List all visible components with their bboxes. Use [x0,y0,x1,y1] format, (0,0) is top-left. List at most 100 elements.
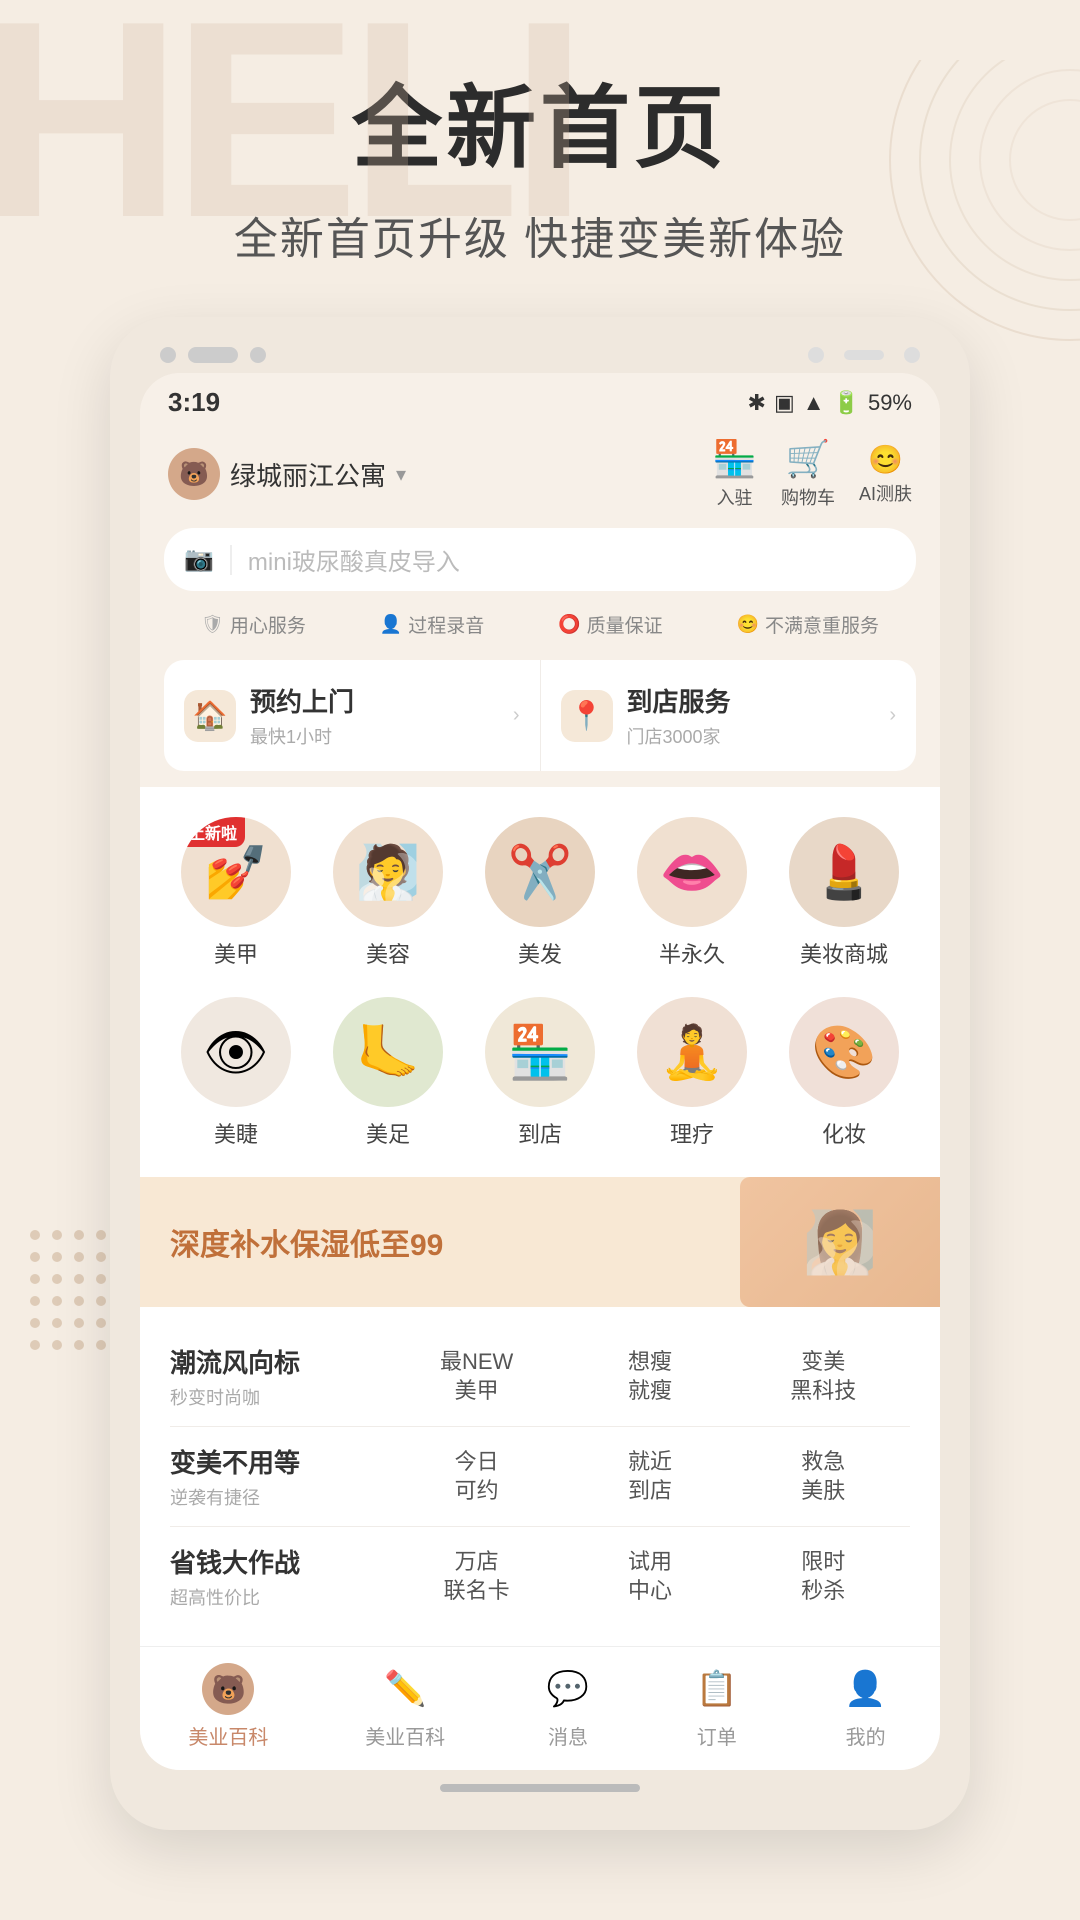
phone-dot-3 [250,347,266,363]
store-visit-title: 到店服务 [627,682,876,719]
nowait-category-title: 变美不用等 [170,1443,390,1480]
nav-item-message[interactable]: 💬 消息 [542,1663,594,1750]
category-beauty[interactable]: 🧖 美容 [328,817,448,969]
category-semi-perm[interactable]: 👄 半永久 [632,817,752,969]
category-foot[interactable]: 🦶 美足 [328,997,448,1149]
category-store[interactable]: 🏪 到店 [480,997,600,1149]
nav-item-encyclopedia[interactable]: ✏️ 美业百科 [365,1663,445,1750]
new-nail-text: 最NEW美甲 [440,1348,513,1405]
redo-label: 不满意重服务 [765,611,879,638]
bg-hello-text: HELI [0,0,578,260]
bottom-nav: 🐻 美业百科 ✏️ 美业百科 💬 消息 📋 订单 👤 [140,1646,940,1770]
nowait-category-info: 变美不用等 逆袭有捷径 [170,1443,390,1510]
location-avatar: 🐻 [168,448,220,500]
nav-item-orders[interactable]: 📋 订单 [691,1663,743,1750]
status-time: 3:19 [168,387,220,418]
search-placeholder-text: mini玻尿酸真皮导入 [248,542,896,577]
semi-perm-label: 半永久 [659,937,725,969]
store-visit-info: 到店服务 门店3000家 [627,682,876,749]
checkin-action[interactable]: 🏪 入驻 [712,438,757,510]
category-makeup-mall[interactable]: 💄 美妆商城 [784,817,904,969]
flash-sale-text: 限时秒杀 [801,1548,845,1605]
menu-item-new-nail[interactable]: 最NEW美甲 [437,1348,517,1405]
category-makeup[interactable]: 🎨 化妆 [784,997,904,1149]
status-bar: 3:19 ✱ ▣ ▲ 🔋 59% [140,373,940,426]
ai-skin-label: AI测肤 [859,480,912,506]
home-visit-card[interactable]: 🏠 预约上门 最快1小时 › [164,660,541,771]
menu-row-trend: 潮流风向标 秒变时尚咖 最NEW美甲 想瘦就瘦 变美黑科技 [170,1327,910,1427]
category-therapy[interactable]: 🧘 理疗 [632,997,752,1149]
save-category-title: 省钱大作战 [170,1543,390,1580]
search-bar[interactable]: 📷 mini玻尿酸真皮导入 [164,528,916,591]
makeup-mall-circle: 💄 [789,817,899,927]
recording-label: 过程录音 [408,611,484,638]
category-row-2: 👁 美睫 🦶 美足 🏪 到店 [140,987,940,1167]
banner-person-icon: 🧖‍♀️ [803,1207,878,1278]
cart-label: 购物车 [781,484,835,510]
category-hair[interactable]: ✂️ 美发 [480,817,600,969]
phone-dot-2 [188,347,238,363]
phone-dots [160,347,266,363]
signal-icon: ▲ [803,390,825,416]
store-visit-sub: 门店3000家 [627,723,876,749]
card-text: 万店联名卡 [444,1548,510,1605]
header-actions: 🏪 入驻 🛒 购物车 😊 AI测肤 [712,438,912,510]
menu-row-nowait: 变美不用等 逆袭有捷径 今日可约 就近到店 救急美肤 [170,1427,910,1527]
menu-item-card[interactable]: 万店联名卡 [437,1548,517,1605]
makeup-mall-label: 美妆商城 [800,937,888,969]
menu-item-nearby-store[interactable]: 就近到店 [610,1448,690,1505]
nowait-category-sub: 逆袭有捷径 [170,1484,390,1510]
save-category-info: 省钱大作战 超高性价比 [170,1543,390,1610]
nav-item-mine[interactable]: 👤 我的 [840,1663,892,1750]
banner-text: 深度补水保湿低至99 [170,1220,443,1264]
ai-skin-action[interactable]: 😊 AI测肤 [859,443,912,506]
phone-sensor-2 [844,350,884,360]
cart-action[interactable]: 🛒 购物车 [781,438,835,510]
menu-item-today-appt[interactable]: 今日可约 [437,1448,517,1505]
trend-category-sub: 秒变时尚咖 [170,1384,390,1410]
store-circle: 🏪 [485,997,595,1107]
quick-service-cards: 🏠 预约上门 最快1小时 › 📍 到店服务 门店3000家 › [164,660,916,771]
battery-icon: 🔋 [833,390,860,416]
status-icons: ✱ ▣ ▲ 🔋 59% [748,390,912,416]
nav-message-icon: 💬 [542,1663,594,1715]
therapy-label: 理疗 [670,1117,714,1149]
phone-screen: 3:19 ✱ ▣ ▲ 🔋 59% 🐻 绿城丽江公寓 ▾ [140,373,940,1770]
store-visit-icon: 📍 [561,690,613,742]
phone-sensor-1 [808,347,824,363]
beauty-label: 美容 [366,937,410,969]
category-nail[interactable]: 上新啦 💅 美甲 [176,817,296,969]
cart-icon: 🛒 [786,438,831,480]
location-area[interactable]: 🐻 绿城丽江公寓 ▾ [168,448,406,500]
store-visit-card[interactable]: 📍 到店服务 门店3000家 › [541,660,917,771]
app-header: 🐻 绿城丽江公寓 ▾ 🏪 入驻 🛒 购物车 😊 AI测肤 [140,426,940,518]
foot-circle: 🦶 [333,997,443,1107]
menu-item-flash-sale[interactable]: 限时秒杀 [783,1548,863,1605]
phone-bottom-bar [140,1770,940,1800]
category-lash[interactable]: 👁 美睫 [176,997,296,1149]
promo-banner[interactable]: 深度补水保湿低至99 🧖‍♀️ [140,1177,940,1307]
ai-skin-icon: 😊 [868,443,903,476]
phone-dot-1 [160,347,176,363]
lash-circle: 👁 [181,997,291,1107]
nail-label: 美甲 [214,937,258,969]
nav-home-icon: 🐻 [202,1663,254,1715]
category-row-1: 上新啦 💅 美甲 🧖 美容 ✂️ [140,807,940,987]
beauty-tech-text: 变美黑科技 [790,1348,856,1405]
service-tag-heartfelt: 🛡 用心服务 [201,611,306,638]
trend-menu-items: 最NEW美甲 想瘦就瘦 变美黑科技 [390,1348,910,1405]
menu-item-beauty-tech[interactable]: 变美黑科技 [783,1348,863,1405]
menu-item-trial[interactable]: 试用中心 [610,1548,690,1605]
heartfelt-icon: 🛡 [201,614,224,635]
wifi-icon: ▣ [774,390,795,416]
home-visit-icon: 🏠 [184,690,236,742]
nav-item-home[interactable]: 🐻 美业百科 [188,1663,268,1750]
hair-label: 美发 [518,937,562,969]
home-visit-arrow: › [513,704,520,727]
menu-item-emergency-skin[interactable]: 救急美肤 [783,1448,863,1505]
home-visit-info: 预约上门 最快1小时 [250,682,499,749]
menu-item-slim[interactable]: 想瘦就瘦 [610,1348,690,1405]
quality-icon: ⭕ [558,614,580,635]
hair-circle: ✂️ [485,817,595,927]
store-label: 到店 [518,1117,562,1149]
